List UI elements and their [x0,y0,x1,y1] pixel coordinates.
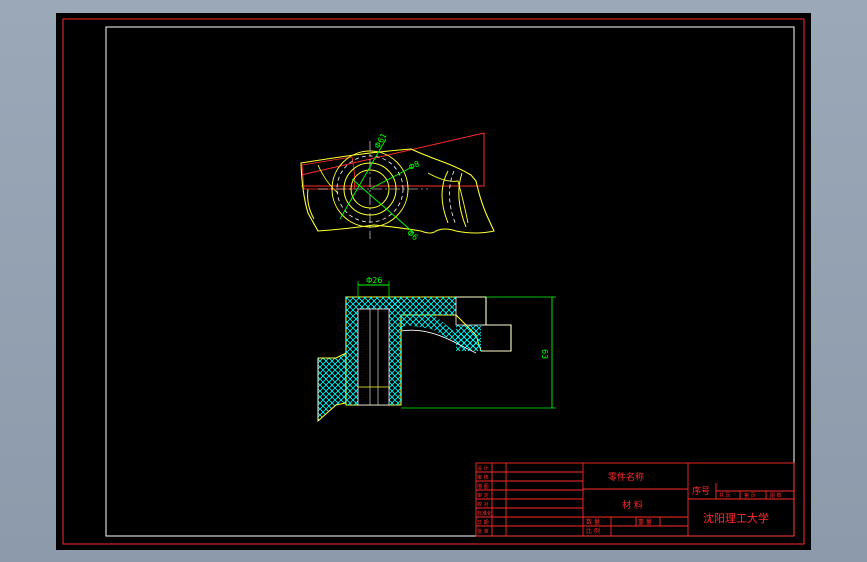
cell-label: 第 页 [744,492,756,499]
top-view[interactable]: Φ61 Φ8 Φ6 [300,131,495,242]
cell-label: 共 页 [719,492,731,499]
row-label: 标准化 [477,510,492,517]
dimension-label: Φ61 [373,131,389,150]
part-name: 零件名称 [608,471,644,483]
flange-section [317,352,347,423]
row-label: 日 期 [477,520,489,526]
slot-arc [441,170,449,224]
slot-arc [449,170,457,226]
outer-frame [62,18,805,545]
boss-outline [455,296,487,326]
school-name: 沈阳理工大学 [703,511,769,525]
row-label: 审 核 [477,474,489,481]
title-block-text: 零件名称 材 料 序号 沈阳理工大学 数 量 重 量 比 例 共 页 第 页 图… [477,465,782,535]
slot-arc [458,172,467,228]
step-section [456,325,481,351]
inner-border [105,26,795,537]
cad-drawing-viewport[interactable]: Φ61 Φ8 Φ6 Φ26 63 零件名称 材 料 序号 沈阳理工大学 数 量 … [56,13,811,550]
bore [357,308,390,406]
boss-outline [481,324,512,352]
row-label: 校 对 [477,501,489,508]
row-label: 审 定 [477,492,489,499]
cell-label: 重 量 [638,518,652,526]
material-label: 材 料 [622,499,643,511]
row-label: 批 准 [477,528,489,535]
dimension-label: Φ8 [407,159,421,172]
front-view[interactable]: Φ26 63 [317,276,556,423]
row-label: 描 图 [477,483,489,490]
serial-label: 序号 [692,485,710,497]
section-line [300,132,485,187]
row-label: 设 计 [477,465,489,472]
wall-section [389,297,401,405]
part-outline [300,148,495,234]
cell-label: 比 例 [586,527,600,535]
wall-section [346,297,358,405]
cell-label: 数 量 [586,518,600,526]
dimension-label: 63 [540,349,549,359]
cell-label: 图 数 [770,492,782,499]
cad-drawing: Φ61 Φ8 Φ6 Φ26 63 零件名称 材 料 序号 沈阳理工大学 数 量 … [62,18,805,545]
dimension-label: Φ26 [366,276,382,285]
